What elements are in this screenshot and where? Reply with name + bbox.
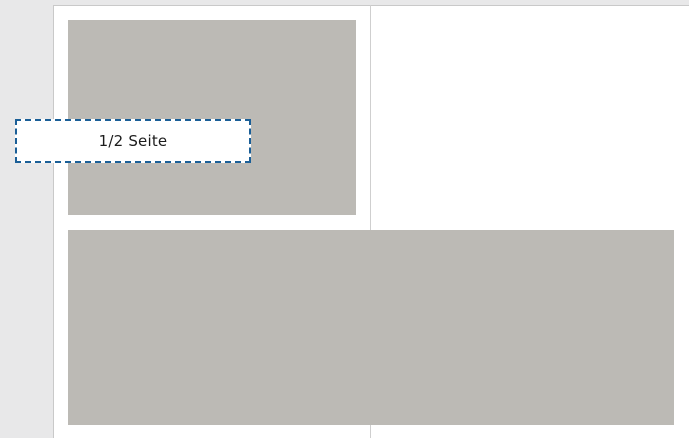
bottom-wide-block [68, 230, 674, 425]
half-page-label-box: 1/2 Seite [15, 119, 251, 163]
half-page-label: 1/2 Seite [98, 132, 168, 150]
top-left-block [68, 20, 356, 215]
layout-diagram: 1/2 Seite [0, 0, 689, 438]
